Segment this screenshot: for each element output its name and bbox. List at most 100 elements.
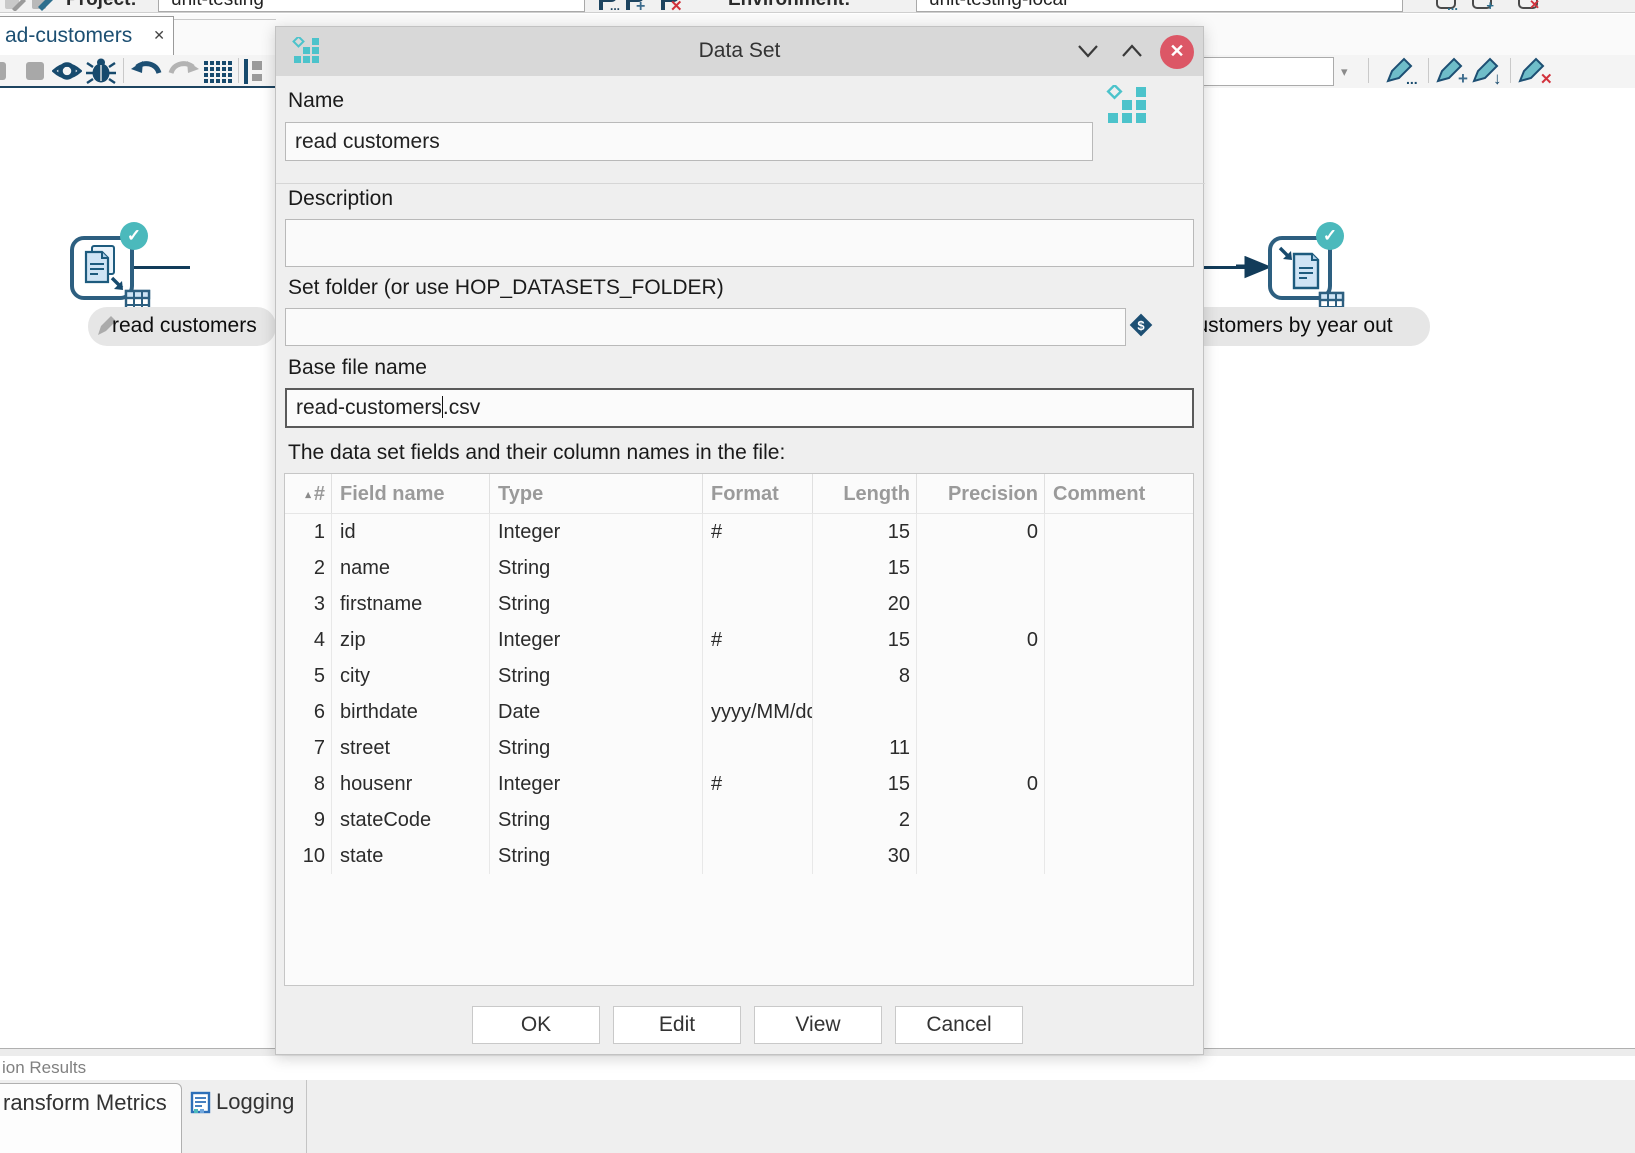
table-cell[interactable]: Integer <box>490 622 703 658</box>
combo-arrow-icon[interactable]: ▾ <box>1341 64 1348 80</box>
table-cell[interactable] <box>917 586 1045 622</box>
table-cell[interactable]: # <box>703 514 813 550</box>
table-row[interactable]: 3firstnameString20 <box>285 586 1193 622</box>
table-row[interactable]: 5cityString8 <box>285 658 1193 694</box>
table-cell[interactable]: city <box>332 658 490 694</box>
table-row[interactable]: 1idInteger#150 <box>285 514 1193 550</box>
variable-icon[interactable]: $ <box>1127 311 1155 339</box>
table-cell[interactable]: 5 <box>285 658 332 694</box>
preview-eye-icon[interactable] <box>52 57 82 85</box>
table-cell[interactable]: 15 <box>813 514 917 550</box>
table-cell[interactable]: 11 <box>813 730 917 766</box>
column-header-precision[interactable]: Precision <box>917 474 1045 513</box>
edit-pencil-add-icon[interactable]: + <box>1436 57 1470 85</box>
close-icon[interactable]: ✕ <box>1160 35 1194 69</box>
column-header-format[interactable]: Format <box>703 474 813 513</box>
table-cell[interactable]: stateCode <box>332 802 490 838</box>
table-cell[interactable]: 0 <box>917 514 1045 550</box>
project-combo[interactable]: unit-testing <box>158 0 585 12</box>
description-input[interactable] <box>285 219 1194 267</box>
column-header-field-name[interactable]: Field name <box>332 474 490 513</box>
table-cell[interactable] <box>703 586 813 622</box>
table-cell[interactable]: 1 <box>285 514 332 550</box>
table-cell[interactable]: 15 <box>813 766 917 802</box>
column-header-comment[interactable]: Comment <box>1045 474 1193 513</box>
tab-transform-metrics[interactable]: ransform Metrics <box>0 1083 182 1153</box>
chevron-down-icon[interactable] <box>1076 41 1100 61</box>
environment-delete-icon[interactable]: ✕ <box>1518 0 1538 9</box>
run-icon[interactable] <box>0 57 8 85</box>
table-cell[interactable] <box>1045 550 1193 586</box>
table-cell[interactable] <box>703 658 813 694</box>
table-cell[interactable]: 3 <box>285 586 332 622</box>
table-cell[interactable] <box>703 730 813 766</box>
table-cell[interactable]: Integer <box>490 766 703 802</box>
table-cell[interactable] <box>1045 730 1193 766</box>
table-cell[interactable] <box>703 802 813 838</box>
dialog-titlebar[interactable]: Data Set ✕ <box>276 27 1203 76</box>
table-cell[interactable] <box>1045 838 1193 874</box>
edit-pencil-more-icon[interactable]: ... <box>1384 57 1422 85</box>
project-delete-icon[interactable]: ✕ <box>659 0 683 12</box>
project-add-icon[interactable]: + <box>624 0 648 12</box>
table-cell[interactable]: housenr <box>332 766 490 802</box>
table-cell[interactable]: 20 <box>813 586 917 622</box>
undo-icon[interactable] <box>130 57 164 85</box>
table-cell[interactable]: 30 <box>813 838 917 874</box>
edit-pencil-delete-icon[interactable]: ✕ <box>1518 57 1554 85</box>
column-header-type[interactable]: Type <box>490 474 703 513</box>
table-cell[interactable] <box>1045 802 1193 838</box>
table-cell[interactable] <box>1045 658 1193 694</box>
table-cell[interactable]: yyyy/MM/dd <box>703 694 813 730</box>
name-input[interactable] <box>285 122 1093 161</box>
table-row[interactable]: 4zipInteger#150 <box>285 622 1193 658</box>
table-row[interactable]: 6birthdateDateyyyy/MM/dd <box>285 694 1193 730</box>
table-row[interactable]: 9stateCodeString2 <box>285 802 1193 838</box>
align-icon[interactable] <box>243 57 265 85</box>
table-cell[interactable]: 15 <box>813 550 917 586</box>
tab-read-customers[interactable]: ad-customers ✕ <box>0 16 174 56</box>
file-icon[interactable] <box>2 0 26 11</box>
table-cell[interactable]: String <box>490 838 703 874</box>
snap-grid-icon[interactable] <box>203 57 235 85</box>
table-cell[interactable]: String <box>490 586 703 622</box>
table-cell[interactable] <box>917 838 1045 874</box>
table-cell[interactable]: 0 <box>917 766 1045 802</box>
column-header-length[interactable]: Length <box>813 474 917 513</box>
table-cell[interactable] <box>917 802 1045 838</box>
table-cell[interactable]: 6 <box>285 694 332 730</box>
environment-add-icon[interactable]: + <box>1472 0 1492 9</box>
table-cell[interactable]: 7 <box>285 730 332 766</box>
environment-edit-icon[interactable]: ... <box>1436 0 1456 9</box>
table-cell[interactable] <box>813 694 917 730</box>
project-edit-icon[interactable]: ... <box>597 0 621 12</box>
table-cell[interactable] <box>1045 514 1193 550</box>
table-cell[interactable]: 0 <box>917 622 1045 658</box>
table-cell[interactable] <box>917 550 1045 586</box>
transform-customers-by-year-out[interactable]: ✓ <box>1268 236 1332 300</box>
redo-icon[interactable] <box>166 57 200 85</box>
table-row[interactable]: 2nameString15 <box>285 550 1193 586</box>
edit-project-icon[interactable] <box>30 0 56 11</box>
edit-button[interactable]: Edit <box>613 1006 741 1044</box>
table-cell[interactable]: 2 <box>813 802 917 838</box>
table-cell[interactable]: String <box>490 730 703 766</box>
table-cell[interactable]: Date <box>490 694 703 730</box>
table-cell[interactable] <box>703 838 813 874</box>
table-cell[interactable]: name <box>332 550 490 586</box>
table-cell[interactable]: id <box>332 514 490 550</box>
table-row[interactable]: 7streetString 11 <box>285 730 1193 766</box>
table-cell[interactable] <box>703 550 813 586</box>
table-cell[interactable]: state <box>332 838 490 874</box>
set-folder-input[interactable] <box>285 308 1126 346</box>
transform-read-customers[interactable]: ✓ <box>70 236 134 300</box>
table-cell[interactable] <box>1045 622 1193 658</box>
table-cell[interactable]: 4 <box>285 622 332 658</box>
stop-icon[interactable] <box>24 57 48 85</box>
column-header-index[interactable]: ▴# <box>285 474 332 513</box>
table-cell[interactable] <box>917 730 1045 766</box>
table-cell[interactable]: String <box>490 658 703 694</box>
table-cell[interactable]: zip <box>332 622 490 658</box>
table-cell[interactable]: 2 <box>285 550 332 586</box>
table-cell[interactable]: street <box>332 730 490 766</box>
